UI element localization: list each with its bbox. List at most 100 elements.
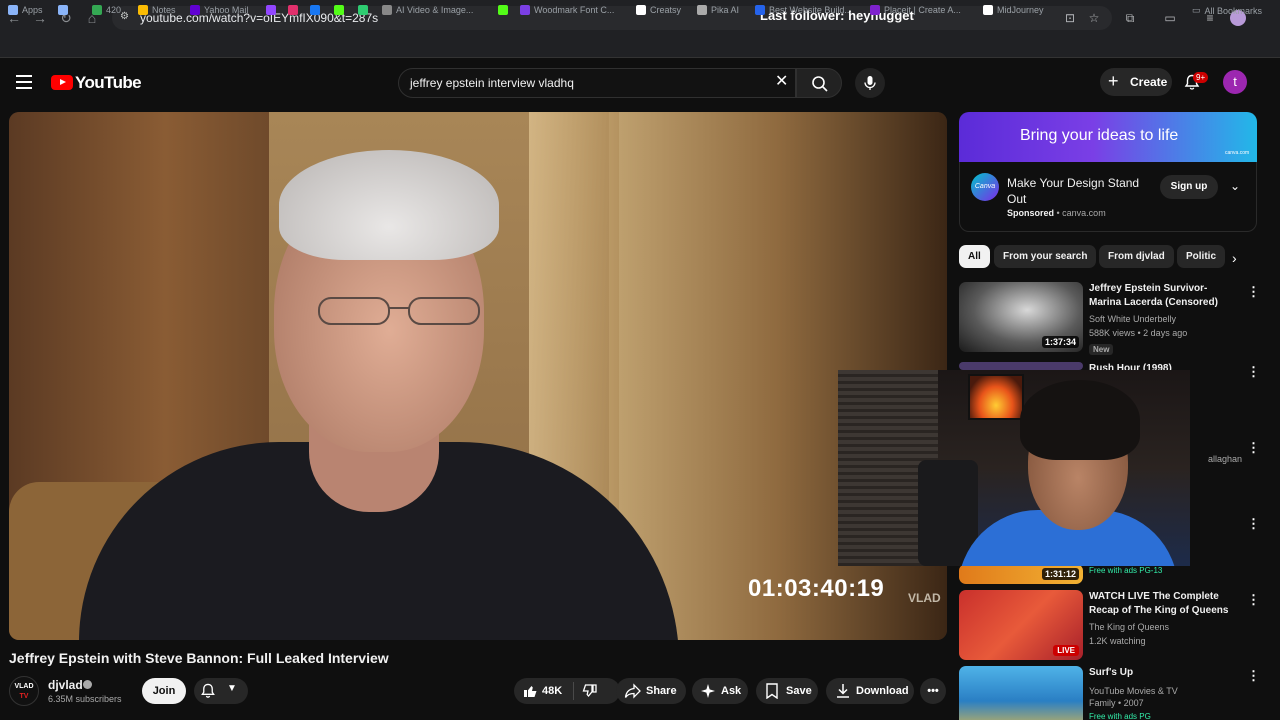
bookmark-favicon-icon bbox=[498, 5, 508, 15]
bookmark-favicon-icon bbox=[755, 5, 765, 15]
account-avatar[interactable]: t bbox=[1223, 70, 1247, 94]
chip-from-your-search[interactable]: From your search bbox=[994, 245, 1097, 268]
bookmark-star-icon[interactable]: ☆ bbox=[1086, 10, 1102, 26]
bookmark-favicon-icon bbox=[8, 5, 18, 15]
search-button[interactable] bbox=[796, 68, 842, 98]
sparkle-icon bbox=[701, 684, 715, 698]
bookmark-item[interactable] bbox=[288, 5, 298, 15]
bookmark-item[interactable]: Best Website Build... bbox=[755, 5, 852, 15]
search-query[interactable]: jeffrey epstein interview vladhq bbox=[410, 76, 574, 90]
share-button[interactable]: Share bbox=[616, 678, 686, 704]
bookmark-item[interactable] bbox=[358, 5, 368, 15]
video-thumbnail[interactable] bbox=[959, 362, 1083, 370]
webcam-fireplace-poster bbox=[968, 374, 1024, 420]
channel-avatar-bottom-text: TV bbox=[19, 693, 29, 700]
channel-avatar[interactable]: VLAD TV bbox=[9, 676, 39, 706]
ad-expand-chevron-icon[interactable]: ⌄ bbox=[1230, 179, 1240, 193]
channel-name[interactable]: djvlad bbox=[48, 678, 83, 692]
save-button[interactable]: Save bbox=[756, 678, 818, 704]
bookmark-item[interactable] bbox=[498, 5, 508, 15]
video-thumbnail[interactable]: LIVE bbox=[959, 590, 1083, 660]
bookmark-label: Creatsy bbox=[650, 5, 682, 15]
bookmark-label: MidJourney bbox=[997, 5, 1044, 15]
bookmark-item[interactable] bbox=[310, 5, 320, 15]
rec-channel[interactable]: The King of Queens bbox=[1089, 622, 1169, 632]
recommendation-item[interactable]: 1:37:34 Jeffrey Epstein Survivor-Marina … bbox=[959, 282, 1260, 355]
recommendation-item[interactable]: Surf's Up YouTube Movies & TV Family • 2… bbox=[959, 666, 1260, 720]
more-vertical-icon[interactable]: ⋮ bbox=[1247, 364, 1260, 380]
video-thumbnail[interactable] bbox=[959, 666, 1083, 720]
create-label: Create bbox=[1130, 75, 1168, 89]
subscription-notification-button[interactable]: ▼ bbox=[194, 678, 248, 704]
bookmark-favicon-icon bbox=[334, 5, 344, 15]
site-info-icon[interactable]: ⚙ bbox=[120, 11, 132, 23]
bookmark-item[interactable]: Creatsy bbox=[636, 5, 681, 15]
bookmark-item[interactable]: 420 bbox=[92, 5, 121, 15]
rec-channel[interactable]: YouTube Movies & TV bbox=[1089, 686, 1178, 696]
voice-search-button[interactable] bbox=[855, 68, 885, 98]
youtube-logo-text[interactable]: YouTube bbox=[75, 73, 142, 93]
chip-from-djvlad[interactable]: From djvlad bbox=[1099, 245, 1174, 268]
bookmark-favicon-icon bbox=[520, 5, 530, 15]
bell-icon bbox=[201, 683, 215, 698]
bookmark-item[interactable] bbox=[266, 5, 276, 15]
sponsored-label: Sponsored bbox=[1007, 208, 1055, 218]
free-with-ads-badge: Free with ads PG-13 bbox=[1089, 566, 1163, 575]
rec-title[interactable]: Jeffrey Epstein Survivor-Marina Lacerda … bbox=[1089, 282, 1239, 310]
youtube-logo-icon[interactable] bbox=[51, 75, 73, 90]
ask-button[interactable]: Ask bbox=[692, 678, 748, 704]
bookmark-item[interactable]: Yahoo Mail bbox=[190, 5, 248, 15]
more-horizontal-icon: ••• bbox=[927, 685, 939, 697]
rec-title[interactable]: WATCH LIVE The Complete Recap of The Kin… bbox=[1089, 590, 1239, 618]
bookmark-item[interactable] bbox=[58, 5, 68, 15]
ad-sponsored-line: Sponsored • canva.com bbox=[1007, 208, 1106, 218]
download-button[interactable]: Download bbox=[826, 678, 914, 704]
rec-title[interactable]: Surf's Up bbox=[1089, 666, 1239, 680]
more-vertical-icon[interactable]: ⋮ bbox=[1247, 516, 1260, 532]
video-thumbnail[interactable]: 1:37:34 bbox=[959, 282, 1083, 352]
bookmark-item[interactable]: Pika AI bbox=[697, 5, 739, 15]
bookmark-item[interactable]: AI Video & Image... bbox=[382, 5, 473, 15]
more-vertical-icon[interactable]: ⋮ bbox=[1247, 440, 1260, 456]
bookmark-item[interactable] bbox=[334, 5, 344, 15]
video-duration: 1:37:34 bbox=[1041, 336, 1079, 348]
rec-views: 1.2K watching bbox=[1089, 636, 1146, 646]
install-app-icon[interactable]: ⊡ bbox=[1062, 10, 1078, 26]
thumbs-up-icon bbox=[524, 686, 537, 697]
bookmark-item[interactable]: Woodmark Font C... bbox=[520, 5, 614, 15]
chevron-right-icon[interactable]: › bbox=[1232, 250, 1237, 266]
verified-check-icon bbox=[83, 680, 92, 689]
bookmark-item[interactable]: Placeit | Create A... bbox=[870, 5, 961, 15]
more-actions-button[interactable]: ••• bbox=[920, 678, 946, 704]
more-vertical-icon[interactable]: ⋮ bbox=[1247, 668, 1260, 684]
bookmark-item[interactable]: Notes bbox=[138, 5, 176, 15]
like-button[interactable]: 48K bbox=[514, 678, 620, 704]
microphone-icon bbox=[864, 76, 876, 90]
recommendation-item[interactable]: LIVE WATCH LIVE The Complete Recap of Th… bbox=[959, 590, 1260, 662]
all-bookmarks[interactable]: ▭ All Bookmarks bbox=[1192, 5, 1262, 16]
chip-politics[interactable]: Politic bbox=[1177, 245, 1225, 268]
bookmark-item[interactable]: Apps bbox=[8, 5, 43, 15]
more-vertical-icon[interactable]: ⋮ bbox=[1247, 592, 1260, 608]
video-thumbnail[interactable]: 1:31:12 bbox=[959, 564, 1083, 584]
thumbs-down-icon[interactable] bbox=[582, 683, 598, 699]
tab-search-icon[interactable]: ▭ bbox=[1162, 10, 1178, 26]
bookmark-label: Best Website Build... bbox=[769, 5, 852, 15]
join-button[interactable]: Join bbox=[142, 678, 186, 704]
clear-search-icon[interactable]: ✕ bbox=[775, 73, 788, 91]
chip-all[interactable]: All bbox=[959, 245, 990, 268]
rec-channel[interactable]: Soft White Underbelly bbox=[1089, 314, 1176, 324]
rec-views: 588K views • 2 days ago bbox=[1089, 328, 1188, 338]
extensions-icon[interactable]: ⧉ bbox=[1122, 10, 1138, 26]
ad-signup-button[interactable]: Sign up bbox=[1160, 175, 1218, 199]
canva-logo[interactable]: Canva bbox=[971, 173, 999, 201]
menu-icon[interactable] bbox=[16, 75, 32, 89]
more-vertical-icon[interactable]: ⋮ bbox=[1247, 284, 1260, 300]
share-icon bbox=[624, 683, 641, 699]
video-player[interactable] bbox=[9, 112, 947, 640]
rec-channel[interactable]: allaghan bbox=[1208, 454, 1242, 464]
bookmark-favicon-icon bbox=[697, 5, 707, 15]
ad-title[interactable]: Make Your Design Stand Out bbox=[1007, 175, 1147, 207]
bookmark-item[interactable]: MidJourney bbox=[983, 5, 1044, 15]
like-count: 48K bbox=[542, 685, 563, 697]
